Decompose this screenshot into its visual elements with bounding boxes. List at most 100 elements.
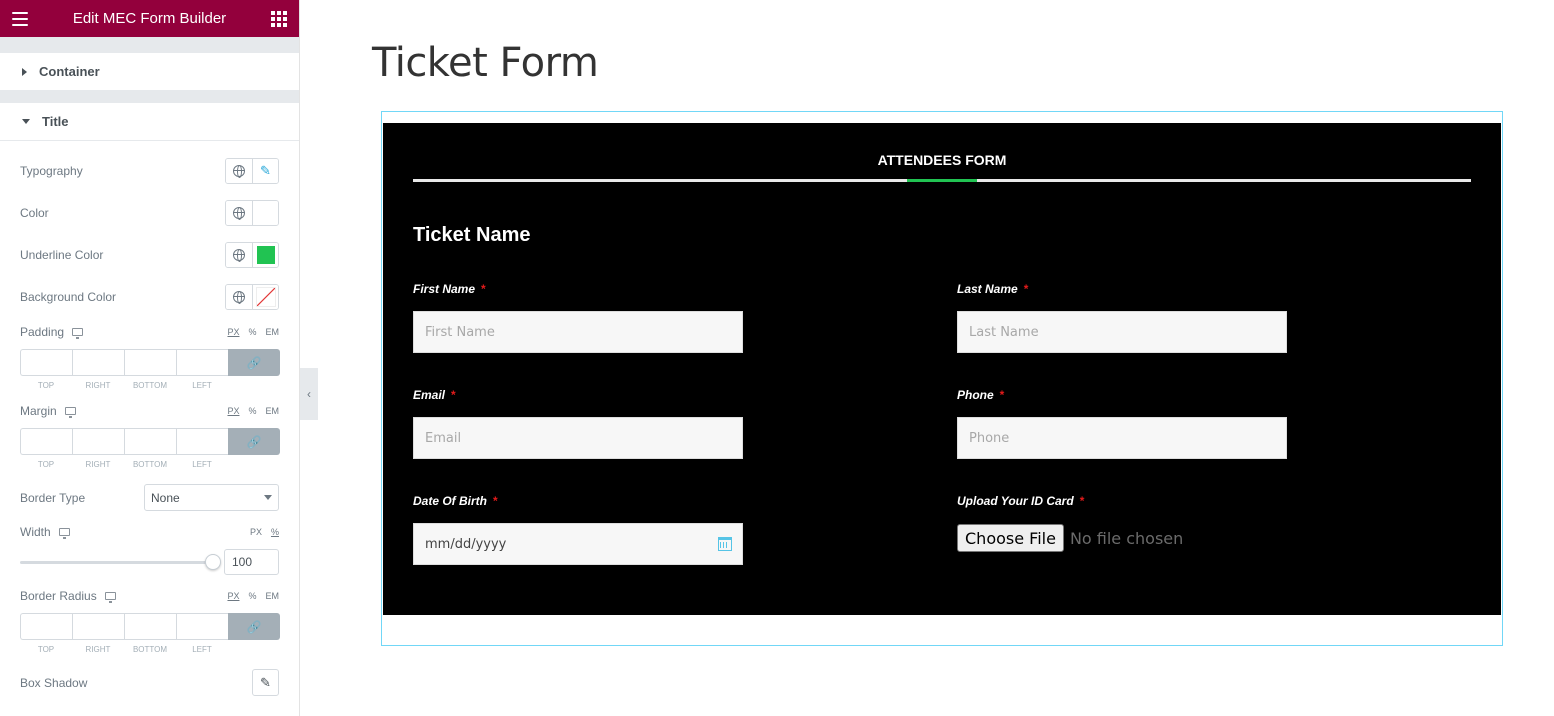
phone-placeholder: Phone — [969, 430, 1010, 446]
link-values-button[interactable]: 🔗 — [228, 428, 280, 455]
desktop-icon[interactable] — [64, 407, 76, 418]
typography-control: Typography ✎ — [20, 158, 279, 184]
global-typography-button[interactable] — [226, 159, 252, 183]
green-swatch — [256, 246, 275, 264]
radius-right-input[interactable] — [72, 613, 124, 640]
color-label: Color — [20, 206, 49, 220]
required-mark: * — [1023, 282, 1029, 296]
phone-input[interactable]: Phone — [957, 417, 1287, 459]
unit-px[interactable]: PX — [227, 591, 239, 601]
underline-color-swatch[interactable] — [252, 243, 278, 267]
unit-percent[interactable]: % — [248, 406, 256, 416]
margin-top-input[interactable] — [20, 428, 72, 455]
unit-px[interactable]: PX — [227, 327, 239, 337]
section-title[interactable]: Title — [0, 103, 299, 141]
unit-px[interactable]: PX — [250, 527, 262, 537]
globe-icon — [233, 207, 245, 220]
width-number-input[interactable]: 100 — [224, 549, 279, 575]
padding-top-input[interactable] — [20, 349, 72, 376]
typography-label: Typography — [20, 164, 83, 178]
width-slider-handle[interactable] — [205, 554, 221, 570]
first-name-input[interactable]: First Name — [413, 311, 743, 353]
background-color-buttons — [225, 284, 279, 310]
margin-right-input[interactable] — [72, 428, 124, 455]
margin-bottom-input[interactable] — [124, 428, 176, 455]
dim-label-bottom: BOTTOM — [132, 645, 168, 654]
width-label: Width — [20, 525, 51, 539]
color-control: Color — [20, 200, 279, 226]
edit-box-shadow-button[interactable]: ✎ — [252, 669, 279, 696]
margin-left-input[interactable] — [176, 428, 228, 455]
widgets-grid-icon[interactable] — [271, 10, 287, 27]
padding-left-input[interactable] — [176, 349, 228, 376]
dob-input[interactable]: mm/dd/yyyy — [413, 523, 743, 565]
attendees-form: ATTENDEES FORM Ticket Name First Name * F… — [383, 123, 1501, 615]
file-status: No file chosen — [1069, 528, 1184, 548]
radius-left-input[interactable] — [176, 613, 228, 640]
unit-em[interactable]: EM — [266, 591, 280, 601]
last-name-label: Last Name * — [957, 282, 1028, 296]
border-radius-label-wrap: Border Radius — [20, 589, 116, 603]
padding-control: Padding PX % EM — [20, 325, 279, 339]
border-type-value: None — [151, 490, 180, 505]
global-background-color-button[interactable] — [226, 285, 252, 309]
email-label-text: Email — [413, 388, 446, 402]
radius-bottom-input[interactable] — [124, 613, 176, 640]
desktop-icon[interactable] — [58, 528, 70, 539]
padding-units: PX % EM — [227, 327, 279, 337]
unit-percent[interactable]: % — [248, 591, 256, 601]
last-name-placeholder: Last Name — [969, 324, 1039, 340]
section-gap — [0, 37, 299, 53]
color-swatch[interactable] — [252, 201, 278, 225]
collapse-panel-button[interactable]: ‹ — [300, 368, 318, 420]
link-values-button[interactable]: 🔗 — [228, 349, 280, 376]
border-type-select[interactable]: None — [144, 484, 279, 511]
link-icon: 🔗 — [246, 619, 262, 634]
radius-top-input[interactable] — [20, 613, 72, 640]
calendar-icon[interactable] — [718, 537, 732, 551]
globe-icon — [233, 249, 245, 262]
underline-color-control: Underline Color — [20, 242, 279, 268]
padding-bottom-input[interactable] — [124, 349, 176, 376]
unit-percent[interactable]: % — [271, 527, 279, 537]
no-color-swatch — [255, 287, 276, 307]
width-slider-track[interactable] — [20, 561, 213, 564]
dim-label-bottom: BOTTOM — [132, 460, 168, 469]
desktop-icon[interactable] — [104, 592, 116, 603]
dim-label-top: TOP — [37, 460, 55, 469]
box-shadow-control: Box Shadow ✎ — [20, 669, 279, 696]
global-color-button[interactable] — [226, 201, 252, 225]
section-container[interactable]: Container — [0, 53, 299, 91]
title-underline-accent — [907, 179, 977, 182]
dim-label-right: RIGHT — [85, 645, 111, 654]
app: Edit MEC Form Builder Container Title Ty… — [0, 0, 1554, 716]
unit-em[interactable]: EM — [266, 406, 280, 416]
email-input[interactable]: Email — [413, 417, 743, 459]
email-label: Email * — [413, 388, 456, 402]
required-mark: * — [451, 388, 456, 402]
global-underline-color-button[interactable] — [226, 243, 252, 267]
choose-file-button[interactable]: Choose File — [957, 524, 1064, 552]
section-title-label: Title — [42, 114, 69, 129]
dob-label-text: Date Of Birth — [413, 494, 488, 508]
link-values-button[interactable]: 🔗 — [228, 613, 280, 640]
padding-right-input[interactable] — [72, 349, 124, 376]
required-mark: * — [493, 494, 498, 508]
margin-inputs: 🔗 — [20, 428, 280, 455]
phone-label: Phone * — [957, 388, 1004, 402]
ticket-name-heading: Ticket Name — [413, 224, 531, 246]
pencil-icon: ✎ — [260, 674, 271, 690]
chevron-down-icon — [264, 495, 272, 500]
unit-percent[interactable]: % — [248, 327, 256, 337]
edit-typography-button[interactable]: ✎ — [252, 159, 278, 183]
desktop-icon[interactable] — [72, 328, 84, 339]
box-shadow-label: Box Shadow — [20, 675, 88, 690]
unit-px[interactable]: PX — [227, 406, 239, 416]
menu-icon[interactable] — [12, 11, 28, 26]
width-control: Width PX % — [20, 525, 279, 539]
email-placeholder: Email — [425, 430, 462, 446]
unit-em[interactable]: EM — [266, 327, 280, 337]
last-name-input[interactable]: Last Name — [957, 311, 1287, 353]
background-color-swatch[interactable] — [252, 285, 278, 309]
dim-label-right: RIGHT — [85, 381, 111, 390]
